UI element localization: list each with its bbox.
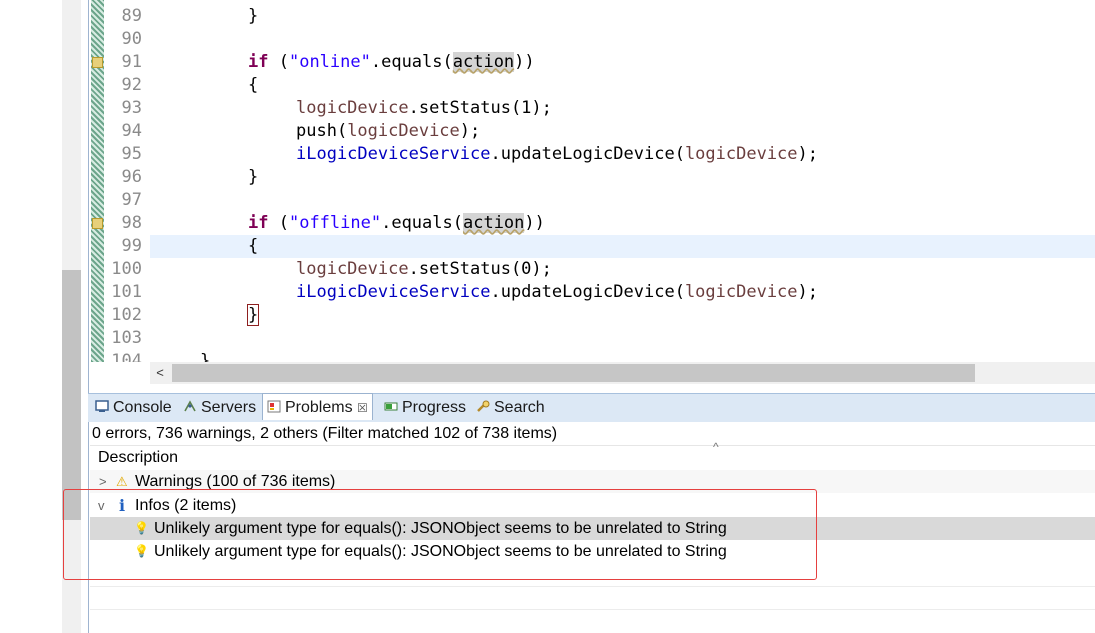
left-scrollbar-thumb[interactable]	[62, 270, 81, 520]
code-text: .equals(	[370, 52, 453, 72]
code-text: (	[268, 213, 289, 233]
code-text: {	[248, 236, 259, 256]
code-line-92[interactable]: {	[248, 74, 258, 97]
field-reference: iLogicDeviceService	[296, 144, 491, 164]
line-number: 104	[111, 351, 142, 362]
code-text: }	[248, 167, 259, 187]
line-number: 102	[111, 305, 142, 325]
code-line-96[interactable]: }	[248, 166, 258, 189]
info-marker-icon[interactable]	[92, 218, 103, 229]
code-line-99[interactable]: {	[248, 235, 258, 258]
column-header-label: Description	[98, 449, 179, 466]
tab-console[interactable]: Console	[95, 396, 172, 420]
code-text: );	[797, 144, 819, 164]
console-icon	[95, 400, 109, 412]
code-text: );	[797, 282, 819, 302]
matching-bracket: }	[246, 304, 260, 326]
tab-label: Console	[113, 399, 172, 416]
row-divider	[90, 586, 1095, 587]
string-literal: "online"	[288, 52, 371, 72]
field-reference: iLogicDeviceService	[296, 282, 491, 302]
code-text: }	[200, 351, 211, 362]
code-text: .equals(	[381, 213, 463, 233]
tab-servers[interactable]: Servers	[183, 396, 256, 420]
quick-diff-change-bar	[91, 0, 104, 362]
line-number: 89	[121, 6, 142, 26]
line-number: 94	[121, 121, 142, 141]
line-number: 98	[121, 213, 142, 233]
current-line-highlight	[150, 235, 1095, 258]
code-line-101[interactable]: iLogicDeviceService.updateLogicDevice(lo…	[296, 281, 818, 304]
code-text: );	[459, 121, 481, 141]
line-number: 97	[121, 190, 142, 210]
code-line-95[interactable]: iLogicDeviceService.updateLogicDevice(lo…	[296, 143, 818, 166]
progress-icon	[384, 402, 398, 411]
code-text: .updateLogicDevice(	[490, 144, 685, 164]
line-number: 95	[121, 144, 142, 164]
tab-problems[interactable]: Problems ☒	[262, 393, 373, 420]
variable-action: action	[462, 213, 525, 233]
tab-label: Servers	[201, 399, 257, 416]
code-line-98[interactable]: if ("offline".equals(action))	[248, 212, 545, 235]
scroll-left-arrow-icon[interactable]: <	[150, 362, 170, 384]
local-variable: logicDevice	[296, 259, 409, 279]
highlight-annotation-box	[63, 489, 817, 580]
code-line-89[interactable]: }	[248, 5, 258, 28]
left-outer-gutter	[0, 0, 62, 633]
code-line-94[interactable]: push(logicDevice);	[296, 120, 480, 143]
code-text: .setStatus(1);	[408, 98, 552, 118]
info-marker-icon[interactable]	[92, 57, 103, 68]
tab-progress[interactable]: Progress	[384, 396, 466, 420]
keyword: if	[248, 52, 269, 72]
code-text: (	[268, 52, 289, 72]
servers-icon	[184, 400, 196, 412]
close-tab-icon[interactable]: ☒	[357, 401, 368, 415]
line-number: 91	[121, 52, 142, 72]
code-line-100[interactable]: logicDevice.setStatus(0);	[296, 258, 552, 281]
sort-indicator-icon[interactable]: ^	[713, 440, 719, 454]
string-literal: "offline"	[288, 213, 382, 233]
row-divider	[90, 609, 1095, 610]
local-variable: logicDevice	[347, 121, 460, 141]
code-text: }	[248, 6, 259, 26]
local-variable: logicDevice	[684, 144, 798, 164]
variable-action: action	[452, 52, 515, 72]
line-number: 90	[121, 29, 142, 49]
problems-icon	[267, 400, 281, 413]
tab-search[interactable]: Search	[476, 396, 545, 420]
tab-label: Problems	[285, 399, 353, 416]
code-text: ))	[524, 213, 545, 233]
line-number: 99	[121, 236, 142, 256]
keyword: if	[248, 213, 269, 233]
code-text: push(	[296, 121, 348, 141]
horizontal-scrollbar-thumb[interactable]	[172, 364, 975, 382]
code-text: {	[248, 75, 259, 95]
line-number: 103	[111, 328, 142, 348]
search-icon	[477, 400, 490, 412]
local-variable: logicDevice	[296, 98, 409, 118]
code-line-102[interactable]: }	[246, 304, 260, 327]
local-variable: logicDevice	[684, 282, 798, 302]
line-number: 101	[111, 282, 142, 302]
description-column-header[interactable]	[90, 445, 1095, 471]
code-line-91[interactable]: if ("online".equals(action))	[248, 51, 535, 74]
code-line-104[interactable]: }	[200, 350, 210, 362]
line-number: 100	[111, 259, 142, 279]
code-text: .updateLogicDevice(	[490, 282, 685, 302]
tab-label: Search	[494, 399, 545, 416]
line-number: 96	[121, 167, 142, 187]
code-line-93[interactable]: logicDevice.setStatus(1);	[296, 97, 552, 120]
tab-label: Progress	[402, 399, 467, 416]
line-number: 93	[121, 98, 142, 118]
code-text: ))	[514, 52, 535, 72]
problems-summary: 0 errors, 736 warnings, 2 others (Filter…	[92, 425, 558, 442]
line-number: 92	[121, 75, 142, 95]
code-text: .setStatus(0);	[408, 259, 552, 279]
